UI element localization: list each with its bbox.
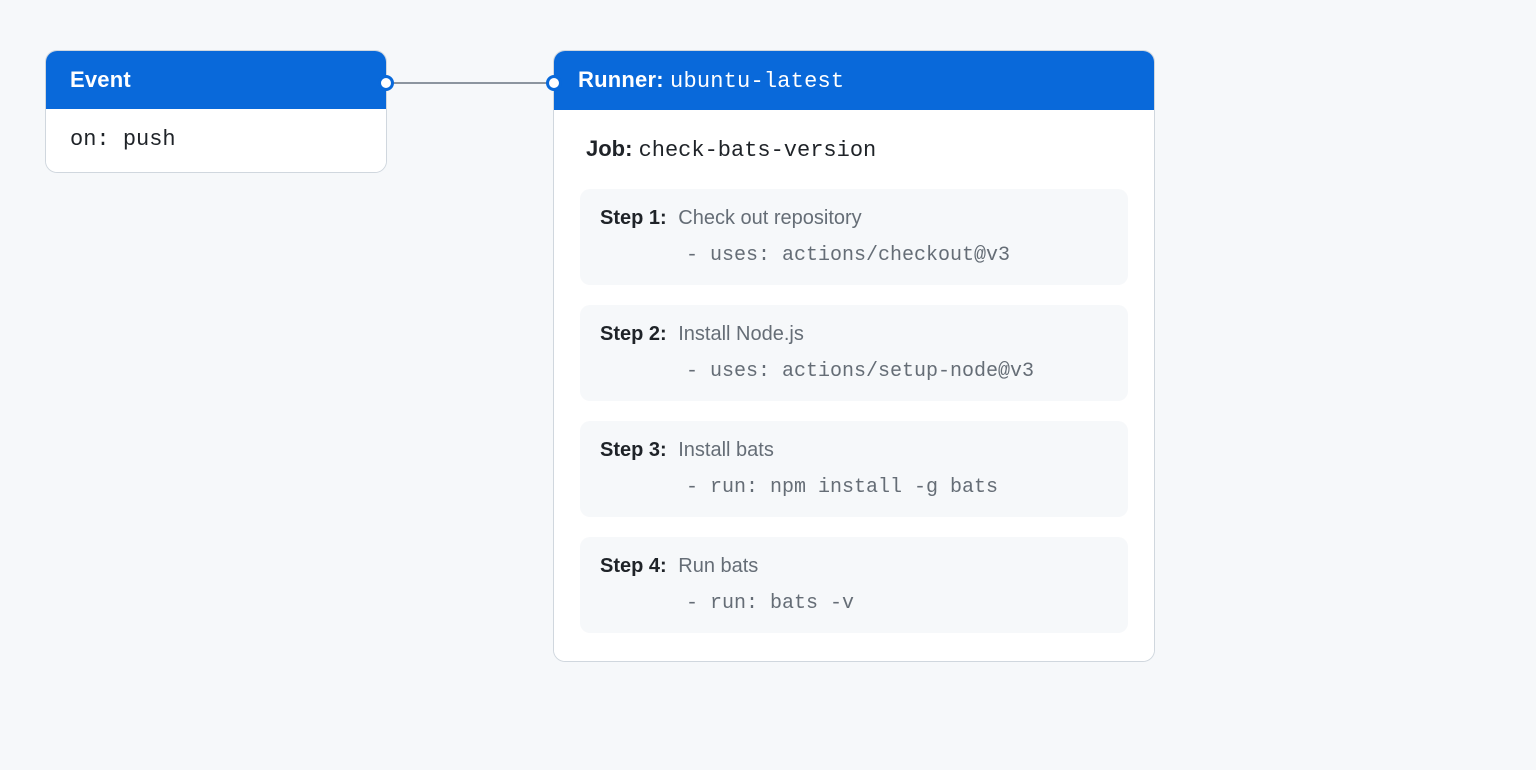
step-label: Step 2: (600, 323, 667, 345)
step-detail: - run: npm install -g bats (600, 476, 1108, 499)
event-trigger-value: push (123, 127, 176, 152)
step-detail: - run: bats -v (600, 592, 1108, 615)
connector-dot-left (378, 75, 394, 91)
step-name: Install Node.js (678, 323, 804, 345)
diagram-canvas: Event on: push Runner: ubuntu-latest Job… (0, 0, 1536, 770)
step-detail: - uses: actions/checkout@v3 (600, 244, 1108, 267)
step-card: Step 1: Check out repository - uses: act… (580, 189, 1128, 285)
runner-header-value: ubuntu-latest (670, 69, 844, 94)
step-name: Install bats (678, 439, 774, 461)
connector-line (385, 82, 553, 84)
connector-dot-right (546, 75, 562, 91)
step-label: Step 1: (600, 207, 667, 229)
runner-body: Job: check-bats-version Step 1: Check ou… (554, 110, 1154, 661)
step-card: Step 2: Install Node.js - uses: actions/… (580, 305, 1128, 401)
event-header: Event (46, 51, 386, 109)
step-card: Step 3: Install bats - run: npm install … (580, 421, 1128, 517)
job-title: Job: check-bats-version (586, 136, 1128, 163)
event-card: Event on: push (45, 50, 387, 173)
step-name: Check out repository (678, 207, 861, 229)
steps-list: Step 1: Check out repository - uses: act… (580, 189, 1128, 633)
event-body: on: push (46, 109, 386, 172)
job-name: check-bats-version (639, 138, 877, 163)
event-trigger-key: on: (70, 127, 110, 152)
step-name: Run bats (678, 555, 758, 577)
runner-header: Runner: ubuntu-latest (554, 51, 1154, 110)
step-label: Step 4: (600, 555, 667, 577)
step-detail: - uses: actions/setup-node@v3 (600, 360, 1108, 383)
step-label: Step 3: (600, 439, 667, 461)
runner-header-label: Runner: (578, 67, 664, 92)
job-label: Job: (586, 136, 632, 161)
step-card: Step 4: Run bats - run: bats -v (580, 537, 1128, 633)
runner-card: Runner: ubuntu-latest Job: check-bats-ve… (553, 50, 1155, 662)
